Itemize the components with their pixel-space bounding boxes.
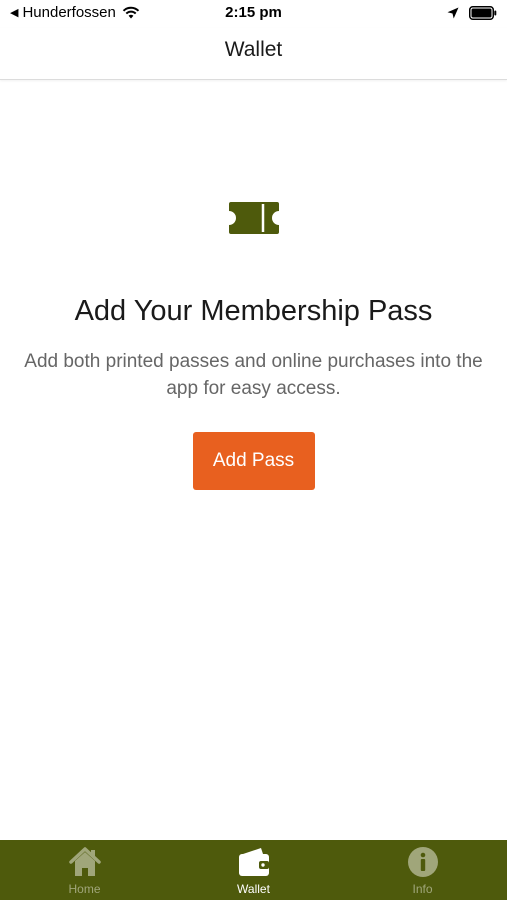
tab-info-label: Info xyxy=(412,882,433,896)
tab-home-label: Home xyxy=(68,882,101,896)
battery-icon xyxy=(469,6,497,20)
empty-state: Add Your Membership Pass Add both printe… xyxy=(0,200,507,490)
home-icon xyxy=(68,847,101,876)
navigation-bar: Wallet xyxy=(0,28,507,80)
status-indicators xyxy=(447,6,497,20)
tab-wallet[interactable]: Wallet xyxy=(169,840,338,900)
wallet-icon xyxy=(238,848,269,876)
tab-home[interactable]: Home xyxy=(0,840,169,900)
status-bar: ◀ Hunderfossen 2:15 pm xyxy=(0,0,507,28)
tab-bar: Home Wallet Info xyxy=(0,840,507,900)
tab-info[interactable]: Info xyxy=(338,840,507,900)
page-title: Wallet xyxy=(224,38,283,61)
tab-wallet-label: Wallet xyxy=(237,882,270,896)
empty-state-description: Add both printed passes and online purch… xyxy=(24,351,483,399)
empty-state-title: Add Your Membership Pass xyxy=(74,295,433,327)
add-pass-button[interactable]: Add Pass xyxy=(192,432,315,490)
ticket-icon xyxy=(228,202,279,234)
status-time: 2:15 pm xyxy=(225,4,282,21)
info-icon xyxy=(407,847,438,877)
location-arrow-icon xyxy=(447,7,459,19)
